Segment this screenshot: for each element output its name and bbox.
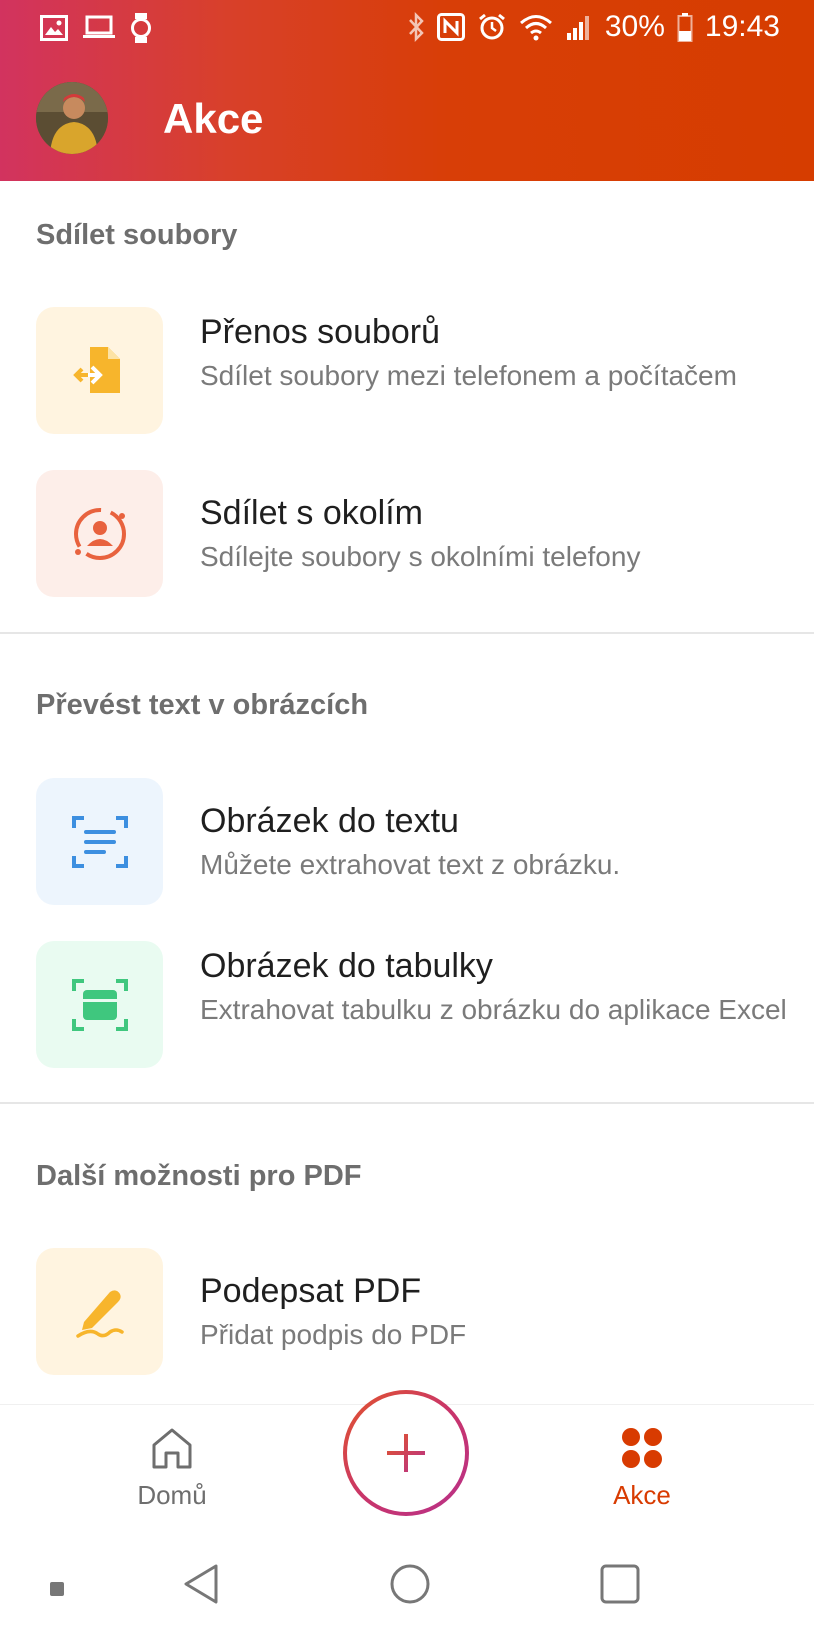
action-title: Obrázek do tabulky: [200, 947, 493, 985]
wifi-icon: [519, 15, 552, 41]
action-subtitle: Sdílet soubory mezi telefonem a počítače…: [200, 360, 737, 391]
action-title: Sdílet s okolím: [200, 494, 423, 532]
share-nearby-icon: [73, 507, 126, 560]
image-to-text-tile: [36, 778, 163, 905]
create-button[interactable]: [343, 1390, 469, 1516]
bluetooth-icon: [408, 12, 424, 42]
action-item-share-nearby[interactable]: Sdílet s okolím Sdílejte soubory s okoln…: [0, 470, 814, 598]
action-subtitle: Přidat podpis do PDF: [200, 1319, 467, 1350]
plus-icon: [387, 1434, 425, 1472]
home-button-icon[interactable]: [388, 1562, 432, 1606]
battery-percent: 30%: [604, 10, 665, 43]
nav-home-label: Domů: [137, 1480, 207, 1510]
action-subtitle: Můžete extrahovat text z obrázku.: [200, 849, 621, 880]
action-item-image-to-text[interactable]: Obrázek do textu Můžete extrahovat text …: [0, 778, 814, 906]
laptop-notification-icon: [83, 15, 115, 38]
avatar-photo: [36, 82, 108, 154]
action-item-sign-pdf[interactable]: Podepsat PDF Přidat podpis do PDF: [0, 1248, 814, 1376]
sign-pdf-tile: [36, 1248, 163, 1375]
create-button-inner: [347, 1394, 465, 1512]
app-header: 30% 19:43 Akce: [0, 0, 814, 181]
file-transfer-tile: [36, 307, 163, 434]
share-nearby-tile: [36, 470, 163, 597]
nav-actions[interactable]: Akce: [562, 1425, 722, 1511]
action-title: Přenos souborů: [200, 313, 441, 351]
action-item-image-to-table[interactable]: Obrázek do tabulky Extrahovat tabulku z …: [0, 941, 814, 1069]
page-title: Akce: [163, 95, 264, 142]
action-subtitle: Sdílejte soubory s okolními telefony: [200, 541, 641, 572]
action-item-file-transfer[interactable]: Přenos souborů Sdílet soubory mezi telef…: [0, 307, 814, 435]
file-transfer-icon: [72, 346, 120, 393]
image-to-table-icon: [71, 978, 128, 1031]
recents-icon[interactable]: [598, 1562, 642, 1606]
action-title: Podepsat PDF: [200, 1272, 422, 1310]
sign-pdf-icon: [75, 1289, 124, 1338]
section-title-share-files: Sdílet soubory: [36, 219, 238, 251]
nfc-icon: [436, 13, 465, 41]
signal-icon: [566, 16, 589, 40]
watch-notification-icon: [131, 13, 151, 43]
nav-home[interactable]: Domů: [92, 1425, 252, 1511]
back-icon[interactable]: [180, 1562, 224, 1606]
battery-icon: [677, 13, 693, 42]
bottom-navigation: Domů Akce: [0, 1390, 814, 1545]
actions-grid-icon: [622, 1428, 662, 1468]
section-title-pdf-options: Další možnosti pro PDF: [36, 1160, 362, 1192]
image-to-table-tile: [36, 941, 163, 1068]
dot-indicator-icon: [50, 1582, 64, 1596]
section-divider: [0, 632, 814, 634]
system-navigation-bar: [0, 1544, 814, 1628]
home-icon: [152, 1428, 192, 1469]
clock: 19:43: [704, 10, 780, 43]
image-to-text-icon: [71, 815, 128, 868]
action-title: Obrázek do textu: [200, 802, 459, 840]
avatar[interactable]: [36, 82, 108, 154]
section-title-convert-text: Převést text v obrázcích: [36, 689, 369, 721]
alarm-icon: [478, 13, 505, 40]
section-divider: [0, 1102, 814, 1104]
action-subtitle: Extrahovat tabulku z obrázku do aplikace…: [200, 994, 787, 1025]
nav-actions-label: Akce: [613, 1480, 671, 1510]
status-bar: 30% 19:43: [0, 0, 814, 56]
gallery-notification-icon: [40, 15, 68, 41]
